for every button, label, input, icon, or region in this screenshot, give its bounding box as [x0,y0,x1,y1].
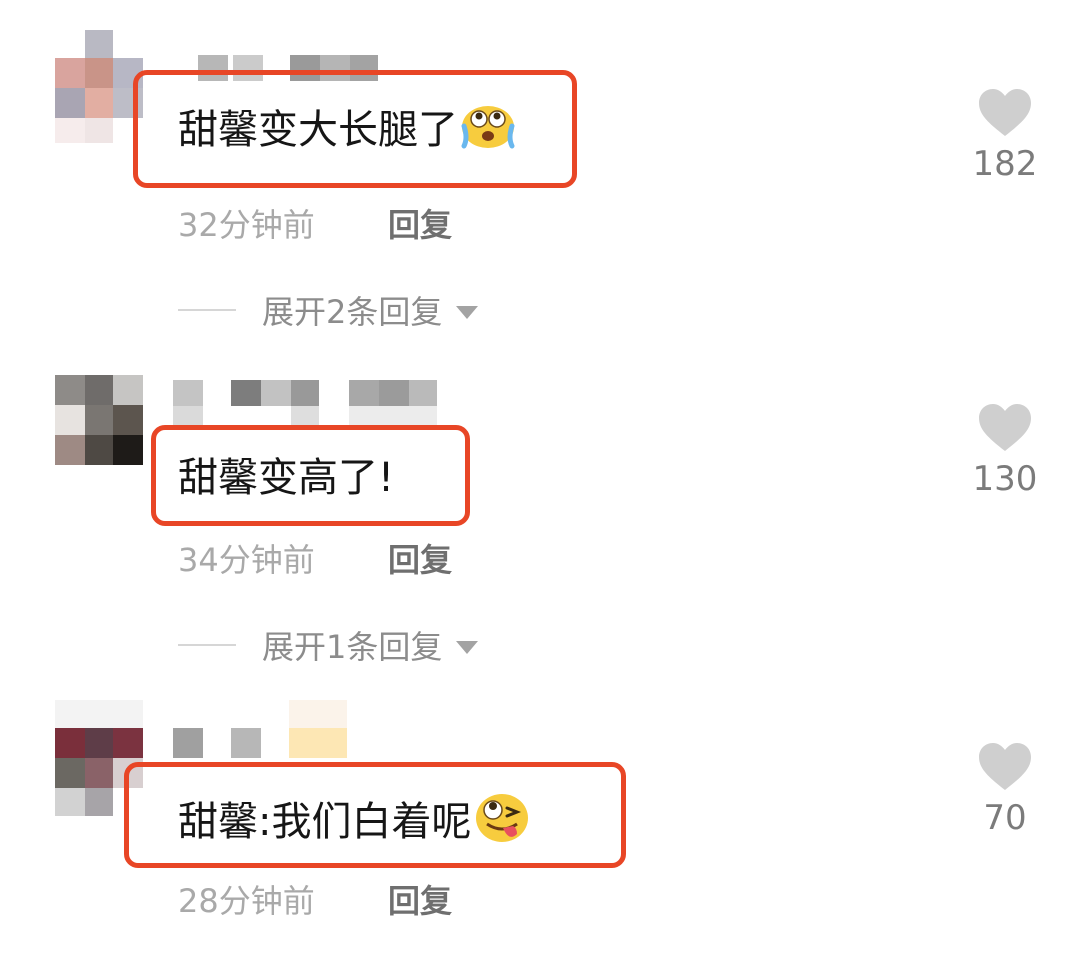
comment-item-1: 甜馨变大长腿了 32分钟前 回复 展开2条回复 182 [0,30,1076,360]
expand-replies-button[interactable]: 展开2条回复 [178,285,479,335]
divider-line [178,644,236,646]
comment-timestamp: 28分钟前 [178,882,315,920]
comment-text: 甜馨:我们白着呢 [178,790,531,858]
comment-timestamp: 32分钟前 [178,206,315,244]
tongue-wink-emoji-icon [473,790,531,858]
comment-item-3: 甜馨:我们白着呢 28分钟前 回复 70 [0,700,1076,960]
heart-icon [979,404,1031,451]
reply-button[interactable]: 回复 [388,200,452,246]
comment-timestamp: 34分钟前 [178,541,315,579]
like-count: 130 [972,459,1038,499]
like-count: 70 [983,798,1027,838]
reply-button[interactable]: 回复 [388,535,452,581]
expand-replies-label: 展开1条回复 [262,628,443,666]
like-button[interactable]: 182 [960,88,1050,184]
avatar[interactable] [55,375,143,493]
expand-replies-button[interactable]: 展开1条回复 [178,620,479,670]
chevron-down-icon [456,640,479,654]
comment-text: 甜馨变高了! [178,455,395,501]
comment-text: 甜馨变大长腿了 [178,100,516,164]
chevron-down-icon [456,305,479,319]
divider-line [178,309,236,311]
heart-icon [979,89,1031,136]
comment-item-2: 甜馨变高了! 34分钟前 回复 展开1条回复 130 [0,375,1076,705]
expand-replies-label: 展开2条回复 [262,293,443,331]
like-button[interactable]: 70 [960,742,1050,838]
username-blurred[interactable] [173,380,438,428]
like-count: 182 [972,144,1038,184]
avatar[interactable] [55,30,143,148]
username-blurred[interactable] [173,700,348,758]
like-button[interactable]: 130 [960,403,1050,499]
heart-icon [979,743,1031,790]
reply-button[interactable]: 回复 [388,876,452,922]
crying-emoji-icon [460,100,516,164]
